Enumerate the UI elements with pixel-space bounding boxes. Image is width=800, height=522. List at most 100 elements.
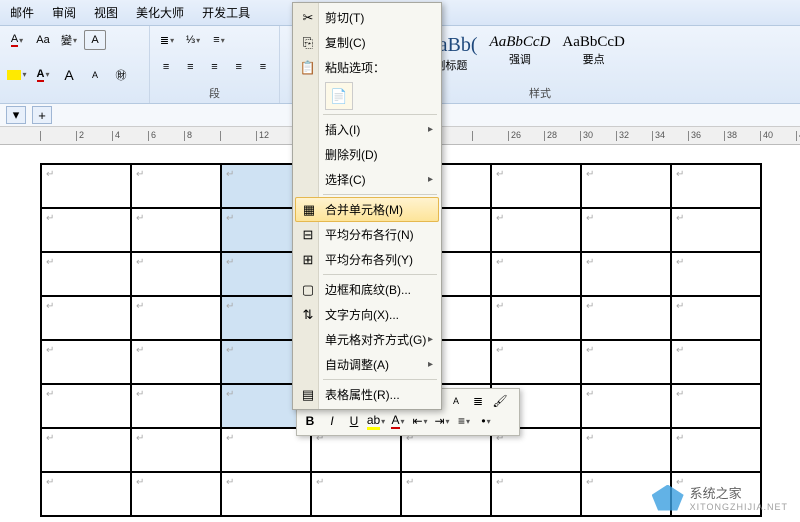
table-cell[interactable] bbox=[671, 252, 761, 296]
mini-format-painter[interactable]: 🖌 bbox=[490, 392, 510, 410]
menu-distribute-cols[interactable]: ⊞平均分布各列(Y) bbox=[295, 247, 439, 272]
mini-styles[interactable]: ≣ bbox=[468, 392, 488, 410]
font-color-btn[interactable]: A bbox=[6, 30, 28, 50]
grow-font-btn[interactable]: A bbox=[58, 65, 80, 85]
menu-cell-align[interactable]: 单元格对齐方式(G) bbox=[295, 327, 439, 352]
paste-option-keep[interactable]: 📄 bbox=[325, 82, 353, 110]
numbering-btn[interactable]: ⅓ bbox=[182, 30, 204, 50]
watermark-icon bbox=[652, 485, 684, 511]
table-cell[interactable] bbox=[41, 164, 131, 208]
table-cell[interactable] bbox=[41, 428, 131, 472]
table-cell[interactable] bbox=[41, 384, 131, 428]
table-cell[interactable] bbox=[581, 164, 671, 208]
mini-bold[interactable]: B bbox=[300, 412, 320, 430]
mini-underline[interactable]: U bbox=[344, 412, 364, 430]
align-right-btn[interactable]: ≡ bbox=[204, 57, 224, 77]
menu-table-props[interactable]: ▤表格属性(R)... bbox=[295, 382, 439, 407]
tab-view[interactable]: 视图 bbox=[94, 4, 118, 21]
table-cell[interactable] bbox=[581, 384, 671, 428]
table-cell[interactable] bbox=[131, 472, 221, 516]
menu-borders[interactable]: ▢边框和底纹(B)... bbox=[295, 277, 439, 302]
table-cell[interactable] bbox=[491, 296, 581, 340]
table-cell[interactable] bbox=[131, 384, 221, 428]
menu-cut[interactable]: ✂剪切(T) bbox=[295, 5, 439, 30]
dist-rows-icon: ⊟ bbox=[299, 226, 317, 244]
phonetic-btn[interactable]: 變 bbox=[58, 30, 80, 50]
menu-paste-options-label: 📋粘贴选项： bbox=[295, 55, 439, 80]
align-left-btn[interactable]: ≡ bbox=[156, 57, 176, 77]
expand-btn[interactable]: ▾ bbox=[6, 106, 26, 124]
mini-indent-inc[interactable]: ⇥ bbox=[432, 412, 452, 430]
highlight-btn[interactable] bbox=[6, 65, 28, 85]
table-cell[interactable] bbox=[221, 472, 311, 516]
mini-highlight[interactable]: ab bbox=[366, 412, 386, 430]
menu-select[interactable]: 选择(C) bbox=[295, 167, 439, 192]
table-cell[interactable] bbox=[671, 428, 761, 472]
table-cell[interactable] bbox=[671, 384, 761, 428]
tab-developer[interactable]: 开发工具 bbox=[202, 4, 250, 21]
table-cell[interactable] bbox=[581, 296, 671, 340]
menu-distribute-rows[interactable]: ⊟平均分布各行(N) bbox=[295, 222, 439, 247]
mini-indent-dec[interactable]: ⇤ bbox=[410, 412, 430, 430]
multilevel-btn[interactable]: ≡ bbox=[208, 30, 230, 50]
menu-insert[interactable]: 插入(I) bbox=[295, 117, 439, 142]
menu-merge-cells[interactable]: ▦合并单元格(M) bbox=[295, 197, 439, 222]
merge-icon: ▦ bbox=[300, 201, 318, 219]
table-cell[interactable] bbox=[401, 472, 491, 516]
table-cell[interactable] bbox=[581, 428, 671, 472]
style-emphasis[interactable]: AaBbCcD强调 bbox=[490, 34, 551, 67]
align-center-btn[interactable]: ≡ bbox=[180, 57, 200, 77]
menu-autofit[interactable]: 自动调整(A) bbox=[295, 352, 439, 377]
table-cell[interactable] bbox=[131, 296, 221, 340]
text-fill-btn[interactable]: A bbox=[32, 65, 54, 85]
table-cell[interactable] bbox=[491, 252, 581, 296]
mini-font-color[interactable]: A bbox=[388, 412, 408, 430]
change-case-btn[interactable]: Aa bbox=[32, 30, 54, 50]
table-cell[interactable] bbox=[491, 164, 581, 208]
distribute-btn[interactable]: ≡ bbox=[253, 57, 273, 77]
table-cell[interactable] bbox=[41, 208, 131, 252]
watermark-title: 系统之家 bbox=[690, 483, 788, 502]
table-cell[interactable] bbox=[41, 252, 131, 296]
table-cell[interactable] bbox=[671, 340, 761, 384]
table-cell[interactable] bbox=[671, 164, 761, 208]
mini-bullets[interactable]: • bbox=[476, 412, 496, 430]
menu-sep-1 bbox=[323, 114, 437, 115]
menu-delete-col[interactable]: 删除列(D) bbox=[295, 142, 439, 167]
menu-copy[interactable]: ⎘复制(C) bbox=[295, 30, 439, 55]
bullets-btn[interactable]: ≣ bbox=[156, 30, 178, 50]
char-border-btn[interactable]: A bbox=[84, 30, 106, 50]
table-cell[interactable] bbox=[131, 208, 221, 252]
menu-text-direction[interactable]: ⇅文字方向(X)... bbox=[295, 302, 439, 327]
style-intense[interactable]: AaBbCcD要点 bbox=[562, 34, 625, 67]
mini-italic[interactable]: I bbox=[322, 412, 342, 430]
mini-center[interactable]: ≡ bbox=[454, 412, 474, 430]
table-cell[interactable] bbox=[581, 340, 671, 384]
table-cell[interactable] bbox=[581, 208, 671, 252]
tab-beautify[interactable]: 美化大师 bbox=[136, 4, 184, 21]
add-btn[interactable]: + bbox=[32, 106, 52, 124]
table-cell[interactable] bbox=[311, 472, 401, 516]
table-cell[interactable] bbox=[491, 340, 581, 384]
tab-mail[interactable]: 邮件 bbox=[10, 4, 34, 21]
paragraph-group-label: 段 bbox=[156, 83, 273, 101]
tab-review[interactable]: 审阅 bbox=[52, 4, 76, 21]
font-group-label bbox=[6, 99, 143, 101]
table-cell[interactable] bbox=[671, 296, 761, 340]
table-cell[interactable] bbox=[131, 428, 221, 472]
table-cell[interactable] bbox=[581, 252, 671, 296]
table-cell[interactable] bbox=[41, 340, 131, 384]
enclose-btn[interactable]: ㊖ bbox=[110, 65, 132, 85]
menu-sep-2 bbox=[323, 194, 437, 195]
mini-shrink-font[interactable]: A bbox=[446, 392, 466, 410]
shrink-font-btn[interactable]: A bbox=[84, 65, 106, 85]
table-cell[interactable] bbox=[41, 472, 131, 516]
table-cell[interactable] bbox=[131, 340, 221, 384]
table-cell[interactable] bbox=[671, 208, 761, 252]
table-cell[interactable] bbox=[131, 164, 221, 208]
table-cell[interactable] bbox=[491, 208, 581, 252]
table-cell[interactable] bbox=[41, 296, 131, 340]
table-cell[interactable] bbox=[131, 252, 221, 296]
justify-btn[interactable]: ≡ bbox=[229, 57, 249, 77]
table-cell[interactable] bbox=[491, 472, 581, 516]
